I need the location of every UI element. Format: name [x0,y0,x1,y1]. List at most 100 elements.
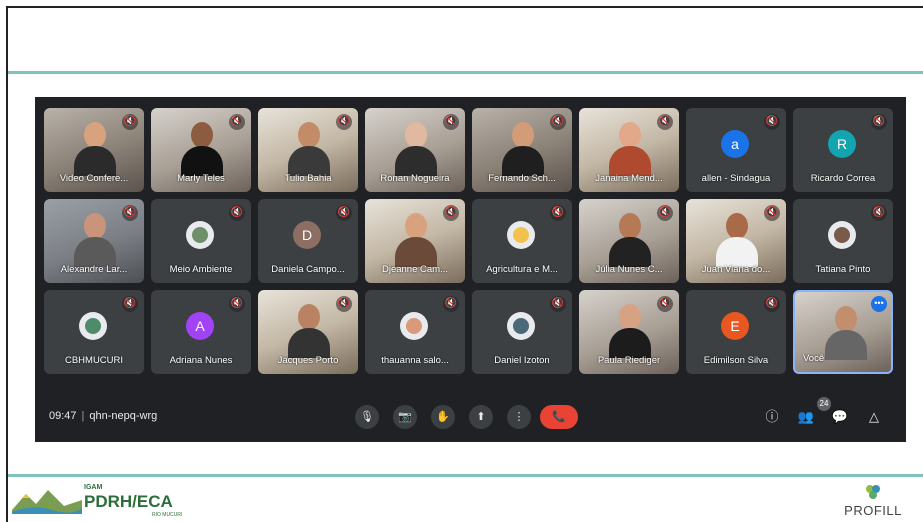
participant-tile[interactable]: A 🔇 Adriana Nunes [151,290,251,374]
present-button[interactable]: ⬆ [469,405,493,429]
participant-name: Paula Riediger [597,355,661,366]
mic-off-icon: 🔇 [871,205,887,221]
participant-video [716,213,758,267]
phone-hangup-icon: 📞 [552,411,566,423]
participant-tile[interactable]: 🔇 Paula Riediger [579,290,679,374]
participant-name: Meio Ambiente [169,264,233,275]
mic-off-icon: 🔇 [550,205,566,221]
leave-call-button[interactable]: 📞 [540,405,578,429]
logo-title: PDRH/ECA [84,492,173,511]
meeting-info: 09:47 | qhn-nepq-wrg [49,410,157,422]
participant-name: Daniel Izoton [494,355,550,366]
participant-name: Janaina Mend... [595,173,663,184]
participant-avatar: a [721,130,749,158]
participant-tile[interactable]: a 🔇 allen - Sindagua [686,108,786,192]
participant-name: Edimilson Silva [703,355,769,366]
participant-name: Você [803,353,825,364]
participant-tile[interactable]: 🔇 Alexandre Lar... [44,199,144,283]
raise-hand-button[interactable]: ✋ [431,405,455,429]
mic-off-icon: 🔇 [229,114,245,130]
meeting-details-button[interactable]: ⓘ [763,408,781,426]
participant-tile[interactable]: 🔇 Video Confere... [44,108,144,192]
people-button[interactable]: 👥 [797,408,815,426]
participant-name: Adriana Nunes [169,355,233,366]
participant-name: Tatiana Pinto [815,264,871,275]
participant-video [395,213,437,267]
mic-off-icon: 🔇 [336,296,352,312]
participant-name: Jacques Porto [277,355,339,366]
participant-tile[interactable]: R 🔇 Ricardo Correa [793,108,893,192]
divider: | [81,410,85,422]
participant-avatar: E [721,312,749,340]
slide-divider-bottom [8,474,923,477]
participant-tile[interactable]: 🔇 Meio Ambiente [151,199,251,283]
participant-video [74,122,116,176]
participant-tile[interactable]: E 🔇 Edimilson Silva [686,290,786,374]
people-icon: 👥 [797,409,815,424]
participant-avatar [400,312,428,340]
more-options-icon[interactable]: ••• [871,296,887,312]
participant-tile[interactable]: 🔇 thauanna salo... [365,290,465,374]
participant-avatar: R [828,130,856,158]
pdrh-eca-logo: IGAM PDRH/ECA RIO MUCURI [12,482,197,518]
mic-off-icon: 🔇 [550,296,566,312]
participant-video [395,122,437,176]
more-options-button[interactable]: ⋮ [507,405,531,429]
participant-tile[interactable]: 🔇 Júlia Nunes C... [579,199,679,283]
slide-divider-top [8,71,923,74]
meet-window: 🔇 Video Confere... 🔇 Marly Teles 🔇 Tulio… [35,97,906,442]
mic-off-icon: 🔇 [122,114,138,130]
participant-count-badge: 24 [817,397,831,411]
self-tile[interactable]: ••• Você [793,290,893,374]
participant-tile[interactable]: 🔇 Jacques Porto [258,290,358,374]
mic-off-icon: 🔇 [657,205,673,221]
mic-off-icon: 🔇 [336,114,352,130]
participant-tile[interactable]: D 🔇 Daniela Campo... [258,199,358,283]
info-icon: ⓘ [765,409,779,424]
participant-avatar [186,221,214,249]
hand-icon: ✋ [436,411,450,423]
participant-tile[interactable]: 🔇 Tulio Bahia [258,108,358,192]
mic-off-icon: 🔇 [336,205,352,221]
mic-off-icon: 🔇 [229,296,245,312]
chat-icon: 💬 [831,409,849,424]
activities-icon: △ [869,409,879,424]
mic-off-icon: 🔇 [122,296,138,312]
participant-tile[interactable]: 🔇 CBHMUCURI [44,290,144,374]
mic-off-icon: 🔇 [443,296,459,312]
participant-name: thauanna salo... [381,355,449,366]
mic-off-icon: 🔇 [764,114,780,130]
participant-tile[interactable]: 🔇 Tatiana Pinto [793,199,893,283]
activities-button[interactable]: △ [865,408,883,426]
participant-name: allen - Sindagua [701,173,771,184]
mic-off-icon: 🔇 [550,114,566,130]
participant-tile[interactable]: 🔇 Janaina Mend... [579,108,679,192]
participant-name: Djeanne Cam... [381,264,448,275]
mic-off-icon: 🔇 [657,114,673,130]
chat-button[interactable]: 💬 [831,408,849,426]
participant-tile[interactable]: 🔇 Fernando Sch... [472,108,572,192]
participant-video [609,304,651,358]
camera-button[interactable]: 📷 [393,405,417,429]
mic-off-icon: 🔇 [764,205,780,221]
participant-tile[interactable]: 🔇 Daniel Izoton [472,290,572,374]
participant-tile[interactable]: 🔇 Djeanne Cam... [365,199,465,283]
control-bar: 09:47 | qhn-nepq-wrg 🎙 📷 ✋ ⬆ ⋮ 📞 ⓘ 👥 24 💬 … [35,392,906,442]
participant-tile[interactable]: 🔇 Agricultura e M... [472,199,572,283]
participant-video [288,304,330,358]
participant-tile[interactable]: 🔇 Juan Viana do... [686,199,786,283]
participant-video [502,122,544,176]
mic-off-icon: 🔇 [871,114,887,130]
profill-wordmark: PROFILL [844,503,902,518]
mic-off-icon: 🔇 [764,296,780,312]
participant-avatar [828,221,856,249]
mic-off-icon: 🔇 [122,205,138,221]
meeting-time: 09:47 [49,410,77,422]
microphone-button[interactable]: 🎙 [355,405,379,429]
participant-avatar: D [293,221,321,249]
mic-off-icon: 🔇 [657,296,673,312]
participant-tile[interactable]: 🔇 Marly Teles [151,108,251,192]
logo-subtitle: IGAM [84,484,103,491]
present-icon: ⬆ [476,411,486,423]
participant-tile[interactable]: 🔇 Ronan Nogueira [365,108,465,192]
